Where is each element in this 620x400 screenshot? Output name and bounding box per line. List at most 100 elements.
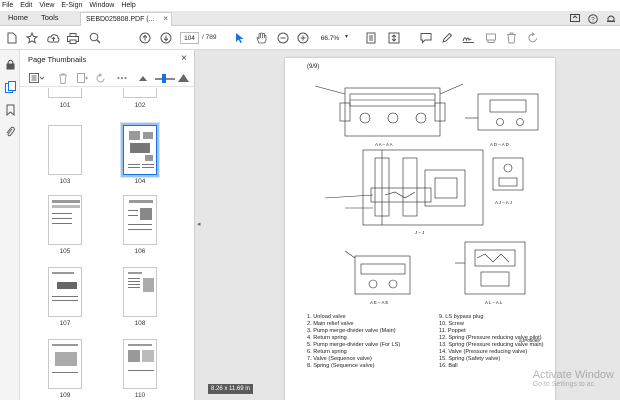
thumbnail-page-label: 103 (59, 178, 71, 185)
legend-item: 14. Valve (Pressure reducing valve) (439, 349, 528, 355)
thumbnail-page-label: 106 (134, 248, 146, 255)
thumbnail-list: 101 102 103 104 105 106 107 108 109 110 (20, 88, 188, 400)
thumbnail-size-small-icon[interactable] (137, 72, 149, 84)
legend-right: 9. LS bypass plug 10. Screw 11. Poppet 1… (439, 314, 543, 370)
page-size-indicator: 8.26 x 11.69 in (208, 384, 253, 394)
legend-item: 9. LS bypass plug (439, 314, 484, 320)
page-thumbnail[interactable] (48, 339, 82, 389)
watermark-line-1: Activate Window (532, 369, 614, 381)
watermark-line-2: Go to Settings to ac (532, 381, 595, 388)
view-label-jj: J – J (415, 230, 424, 235)
insert-page-icon[interactable] (76, 72, 88, 84)
thumbnail-size-large-icon[interactable] (177, 72, 189, 84)
bookmark-star-icon[interactable] (23, 29, 41, 47)
pdf-page: (9/9) A A – A A A D – A D A J – A J J – … (285, 58, 555, 400)
help-icon[interactable]: ? (587, 13, 598, 24)
zoom-level-field[interactable]: 66.7% (315, 32, 345, 44)
page-thumbnail-selected[interactable] (121, 123, 159, 177)
upload-cloud-icon[interactable] (44, 29, 62, 47)
legend-item: 7. Valve (Sequence valve) (307, 356, 372, 362)
rotate-icon[interactable] (524, 29, 542, 47)
legend-item: 16. Ball (439, 363, 458, 369)
search-zoom-icon[interactable] (86, 29, 104, 47)
menu-help[interactable]: Help (121, 2, 135, 9)
view-label-al: A L – A L (485, 300, 503, 305)
print-icon[interactable] (64, 29, 82, 47)
hand-tool-icon[interactable] (252, 29, 270, 47)
panel-tools (20, 69, 195, 87)
tab-home[interactable]: Home (8, 13, 28, 22)
view-label-aa: A A – A A (375, 142, 393, 147)
legend-item: 2. Main relief valve (307, 321, 354, 327)
tab-document[interactable]: SEBD025808.PDF (... × (80, 12, 172, 26)
page-thumbnail[interactable] (48, 88, 82, 98)
tab-document-label: SEBD025808.PDF (... (86, 16, 155, 23)
page-thumbnail[interactable] (123, 195, 157, 245)
thumbnail-page-label: 107 (59, 320, 71, 327)
notifications-bell-icon[interactable] (605, 13, 616, 24)
menu-file[interactable]: File (2, 2, 13, 9)
zoom-out-icon[interactable] (274, 29, 292, 47)
menu-edit[interactable]: Edit (20, 2, 32, 9)
tab-bar: Home Tools SEBD025808.PDF (... × ? (0, 11, 620, 26)
toolbar: 104 / 789 66.7% ▾ (0, 26, 620, 50)
legend-item: 13. Spring (Pressure reducing valve main… (439, 342, 544, 348)
legend-left: 1. Unload valve 2. Main relief valve 3. … (307, 314, 400, 370)
thumbnail-page-label: 108 (134, 320, 146, 327)
thumbnail-page-label: 101 (59, 102, 71, 109)
menu-esign[interactable]: E-Sign (61, 2, 82, 9)
menu-window[interactable]: Window (89, 2, 114, 9)
page-thumbnail[interactable] (48, 125, 82, 175)
document-viewport: (9/9) A A – A A A D – A D A J – A J J – … (205, 50, 620, 400)
share-screen-icon[interactable] (569, 13, 580, 24)
thumbnail-page-label: 109 (59, 392, 71, 399)
hydraulic-valve-diagram: A A – A A A D – A D A J – A J J – J A E … (314, 83, 539, 305)
bookmark-icon[interactable] (4, 104, 16, 116)
delete-page-icon[interactable] (57, 72, 69, 84)
stamp-icon[interactable] (482, 29, 500, 47)
legend-item: 6. Return spring (307, 349, 347, 355)
panel-splitter[interactable]: ◂ (195, 50, 205, 400)
tab-close-icon[interactable]: × (163, 14, 168, 23)
thumbnail-options-menu-icon[interactable] (28, 72, 46, 84)
page-thumbnails-icon[interactable] (4, 81, 16, 93)
legend-item: 4. Return spring (307, 335, 347, 341)
page-number-input[interactable]: 104 (180, 32, 199, 44)
new-file-icon[interactable] (3, 29, 21, 47)
menu-bar: File Edit View E-Sign Window Help (0, 0, 620, 11)
comment-icon[interactable] (417, 29, 435, 47)
zoom-dropdown-chevron-icon[interactable]: ▾ (345, 33, 348, 40)
thumbnail-page-label: 105 (59, 248, 71, 255)
legend-item: 8. Spring (Sequence valve) (307, 363, 375, 369)
sign-icon[interactable] (459, 29, 477, 47)
tab-tools[interactable]: Tools (41, 13, 59, 22)
fit-page-icon[interactable] (362, 29, 380, 47)
legend-item: 15. Spring (Safety valve) (439, 356, 501, 362)
next-page-icon[interactable] (157, 29, 175, 47)
zoom-in-icon[interactable] (294, 29, 312, 47)
page-thumbnail[interactable] (48, 195, 82, 245)
previous-page-icon[interactable] (136, 29, 154, 47)
thumbnail-page-label: 102 (134, 102, 146, 109)
thumbnail-size-slider-knob[interactable] (162, 74, 166, 83)
more-options-icon[interactable] (116, 72, 128, 84)
scroll-mode-icon[interactable] (385, 29, 403, 47)
menu-view[interactable]: View (39, 2, 54, 9)
select-cursor-icon[interactable] (231, 29, 249, 47)
lock-icon[interactable] (4, 58, 16, 70)
legend-item: 1. Unload valve (307, 314, 346, 320)
page-thumbnail[interactable] (123, 267, 157, 317)
panel-close-icon[interactable]: × (181, 53, 187, 64)
legend-item: 10. Screw (439, 321, 464, 327)
page-thumbnail[interactable] (48, 267, 82, 317)
page-total: / 789 (202, 34, 217, 41)
rotate-page-icon[interactable] (94, 72, 106, 84)
thumbnails-panel: Page Thumbnails × 101 102 103 104 105 10… (20, 50, 195, 400)
highlight-pen-icon[interactable] (438, 29, 456, 47)
delete-trash-icon[interactable] (502, 29, 520, 47)
attachment-paperclip-icon[interactable] (4, 126, 16, 138)
collapse-panel-arrow-icon[interactable]: ◂ (197, 220, 201, 228)
page-thumbnail[interactable] (123, 88, 157, 98)
page-thumbnail[interactable] (123, 339, 157, 389)
panel-header: Page Thumbnails × (20, 50, 195, 67)
